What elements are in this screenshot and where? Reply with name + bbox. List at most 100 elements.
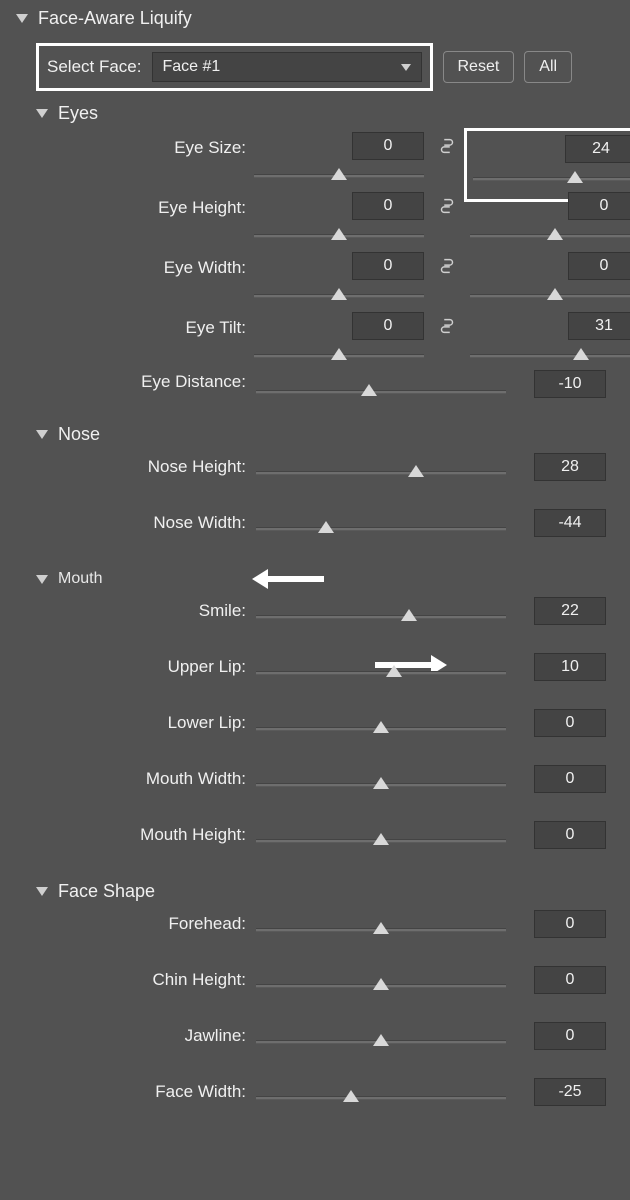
forehead-slider[interactable] <box>256 920 506 940</box>
panel-title-row[interactable]: Face-Aware Liquify <box>0 0 630 37</box>
face-shape-section-header[interactable]: Face Shape <box>0 875 630 908</box>
chin-height-row: Chin Height: 0 <box>0 964 630 1020</box>
mouth-height-slider[interactable] <box>256 831 506 851</box>
upper-lip-row: Upper Lip: 10 <box>0 651 630 707</box>
nose-width-slider[interactable] <box>256 519 506 539</box>
face-width-row: Face Width: -25 <box>0 1076 630 1132</box>
triangle-down-icon <box>36 430 48 439</box>
jawline-label: Jawline: <box>16 1022 246 1046</box>
eye-size-link[interactable] <box>432 132 462 160</box>
eye-height-right-slider[interactable] <box>470 226 630 246</box>
face-shape-section-title: Face Shape <box>58 881 155 902</box>
eye-size-right-slider[interactable] <box>473 169 630 189</box>
eye-tilt-left-value[interactable]: 0 <box>352 312 424 340</box>
link-icon <box>438 195 456 217</box>
chin-height-value[interactable]: 0 <box>534 966 606 994</box>
nose-width-row: Nose Width: -44 <box>0 507 630 563</box>
eye-distance-label: Eye Distance: <box>16 372 246 392</box>
eye-width-right-slider[interactable] <box>470 286 630 306</box>
chin-height-slider[interactable] <box>256 976 506 996</box>
link-icon <box>438 255 456 277</box>
lower-lip-row: Lower Lip: 0 <box>0 707 630 763</box>
nose-height-row: Nose Height: 28 <box>0 451 630 507</box>
chin-height-label: Chin Height: <box>16 966 246 990</box>
select-face-dropdown[interactable]: Face #1 <box>152 52 422 82</box>
eye-distance-value[interactable]: -10 <box>534 370 606 398</box>
eye-distance-row: Eye Distance: -10 <box>0 370 630 418</box>
mouth-section-header[interactable]: Mouth <box>0 563 630 595</box>
eye-size-right-value[interactable]: 24 <box>565 135 630 163</box>
eye-height-left-slider[interactable] <box>254 226 424 246</box>
lower-lip-slider[interactable] <box>256 719 506 739</box>
nose-section-title: Nose <box>58 424 100 445</box>
link-icon <box>438 135 456 157</box>
eye-width-left-value[interactable]: 0 <box>352 252 424 280</box>
select-face-highlight: Select Face: Face #1 <box>36 43 433 91</box>
all-button[interactable]: All <box>524 51 572 83</box>
jawline-value[interactable]: 0 <box>534 1022 606 1050</box>
select-face-value: Face #1 <box>163 58 221 76</box>
forehead-label: Forehead: <box>16 910 246 934</box>
eye-height-link[interactable] <box>432 192 462 220</box>
eye-distance-slider[interactable] <box>256 382 506 402</box>
select-face-label: Select Face: <box>47 57 142 77</box>
eye-width-left-slider[interactable] <box>254 286 424 306</box>
eye-width-label: Eye Width: <box>16 252 246 278</box>
panel-title: Face-Aware Liquify <box>38 8 192 29</box>
face-width-value[interactable]: -25 <box>534 1078 606 1106</box>
upper-lip-slider[interactable] <box>256 663 506 683</box>
select-face-row: Select Face: Face #1 Reset All <box>0 37 630 97</box>
upper-lip-value[interactable]: 10 <box>534 653 606 681</box>
mouth-height-label: Mouth Height: <box>16 821 246 845</box>
eye-height-left-value[interactable]: 0 <box>352 192 424 220</box>
triangle-down-icon <box>36 887 48 896</box>
smile-slider[interactable] <box>256 607 506 627</box>
mouth-section-title: Mouth <box>58 570 102 588</box>
lower-lip-label: Lower Lip: <box>16 709 246 733</box>
nose-height-value[interactable]: 28 <box>534 453 606 481</box>
eye-width-link[interactable] <box>432 252 462 280</box>
eye-tilt-right-slider[interactable] <box>470 346 630 366</box>
lower-lip-value[interactable]: 0 <box>534 709 606 737</box>
eye-size-right-highlight: 24 <box>464 128 630 202</box>
face-width-label: Face Width: <box>16 1078 246 1102</box>
eye-height-label: Eye Height: <box>16 192 246 218</box>
link-icon <box>438 315 456 337</box>
upper-lip-label: Upper Lip: <box>16 653 246 677</box>
reset-button[interactable]: Reset <box>443 51 515 83</box>
nose-height-label: Nose Height: <box>16 453 246 477</box>
eye-tilt-left-slider[interactable] <box>254 346 424 366</box>
forehead-row: Forehead: 0 <box>0 908 630 964</box>
mouth-width-row: Mouth Width: 0 <box>0 763 630 819</box>
mouth-width-label: Mouth Width: <box>16 765 246 789</box>
nose-section-header[interactable]: Nose <box>0 418 630 451</box>
eye-width-right-value[interactable]: 0 <box>568 252 630 280</box>
mouth-width-slider[interactable] <box>256 775 506 795</box>
eye-size-left-value[interactable]: 0 <box>352 132 424 160</box>
eye-height-row: Eye Height: 0 0 <box>0 190 630 250</box>
eye-tilt-right-value[interactable]: 31 <box>568 312 630 340</box>
smile-label: Smile: <box>16 597 246 621</box>
mouth-height-row: Mouth Height: 0 <box>0 819 630 875</box>
triangle-down-icon <box>36 109 48 118</box>
mouth-width-value[interactable]: 0 <box>534 765 606 793</box>
nose-height-slider[interactable] <box>256 463 506 483</box>
smile-row: Smile: 22 <box>0 595 630 651</box>
eyes-section-title: Eyes <box>58 103 98 124</box>
nose-width-value[interactable]: -44 <box>534 509 606 537</box>
eyes-section-header[interactable]: Eyes <box>0 97 630 130</box>
eye-size-left-slider[interactable] <box>254 166 424 186</box>
eye-width-row: Eye Width: 0 0 <box>0 250 630 310</box>
smile-value[interactable]: 22 <box>534 597 606 625</box>
forehead-value[interactable]: 0 <box>534 910 606 938</box>
eye-tilt-row: Eye Tilt: 0 31 <box>0 310 630 370</box>
eye-tilt-link[interactable] <box>432 312 462 340</box>
jawline-slider[interactable] <box>256 1032 506 1052</box>
eye-height-right-value[interactable]: 0 <box>568 192 630 220</box>
face-width-slider[interactable] <box>256 1088 506 1108</box>
jawline-row: Jawline: 0 <box>0 1020 630 1076</box>
arrow-left-icon <box>252 569 324 589</box>
eye-tilt-label: Eye Tilt: <box>16 312 246 338</box>
nose-width-label: Nose Width: <box>16 509 246 533</box>
mouth-height-value[interactable]: 0 <box>534 821 606 849</box>
